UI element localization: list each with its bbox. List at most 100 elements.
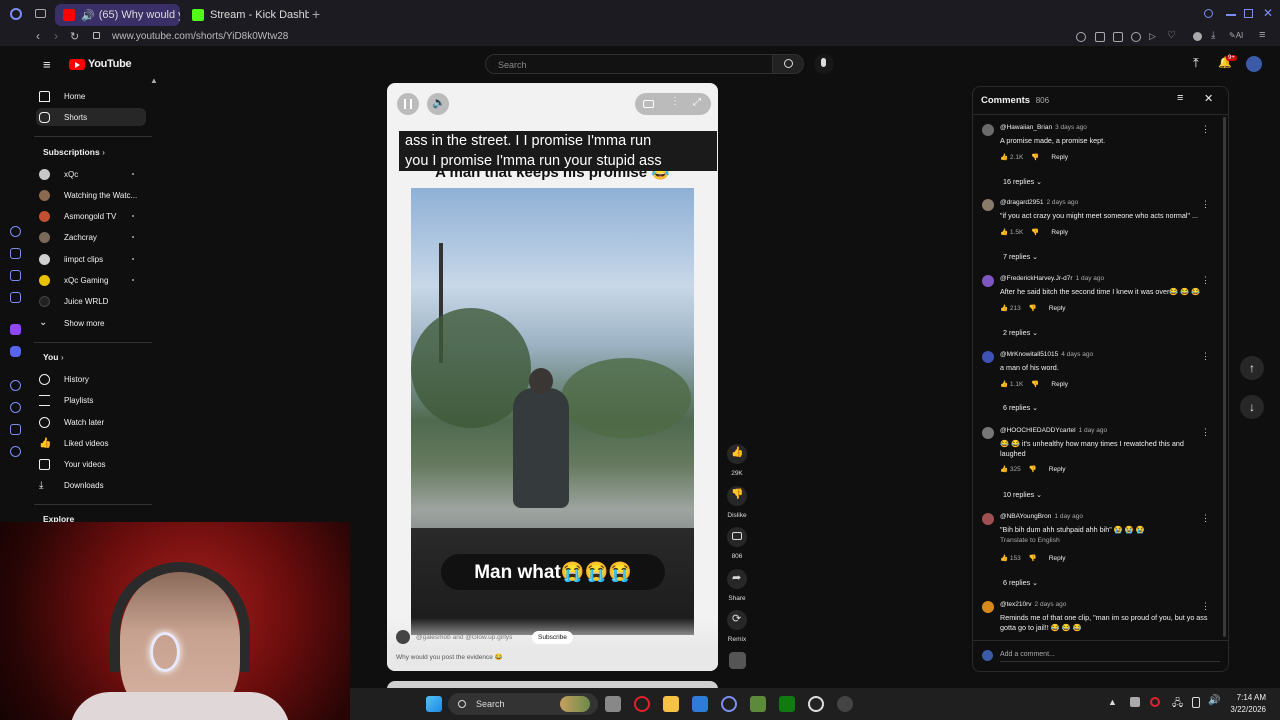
forward-icon[interactable]: › — [54, 29, 58, 43]
replies-toggle[interactable]: 7 replies ⌄ — [1003, 252, 1038, 261]
taskbar-time[interactable]: 7:14 AM — [1230, 693, 1266, 702]
comment-author[interactable]: @HOOCHIEDADDYcartel 1 day ago — [1000, 427, 1107, 434]
replies-toggle[interactable]: 6 replies ⌄ — [1003, 403, 1038, 412]
sidebar-item-your-videos[interactable]: Your videos — [36, 455, 146, 473]
sidebar-item-home[interactable]: Home — [36, 87, 146, 105]
more-options-icon[interactable]: ⋮ — [670, 96, 680, 107]
avatar[interactable] — [982, 351, 994, 363]
obs-icon[interactable] — [808, 696, 824, 712]
comment-author[interactable]: @FrederickHarvey.Jr-d7r 1 day ago — [1000, 275, 1104, 282]
reply-button[interactable]: Reply — [1049, 305, 1066, 312]
minecraft-icon[interactable] — [750, 696, 766, 712]
dislike-icon[interactable]: 👎 — [1029, 304, 1037, 312]
sidebar-item-history[interactable]: History — [36, 370, 146, 388]
sidebar-sub-watching[interactable]: Watching the Watc... — [36, 186, 146, 204]
taskbar-search[interactable]: Search — [448, 693, 598, 715]
comment-author[interactable]: @Hawaiian_Brian 3 days ago — [1000, 124, 1087, 131]
sidebar-sub-juice-wrld[interactable]: Juice WRLD — [36, 292, 146, 310]
youtube-logo[interactable]: YouTube — [69, 58, 132, 70]
reply-button[interactable]: Reply — [1051, 381, 1068, 388]
pin-icon[interactable] — [1095, 32, 1105, 42]
replies-toggle[interactable]: 6 replies ⌄ — [1003, 578, 1038, 587]
dislike-icon[interactable]: 👎 — [1029, 554, 1037, 562]
zoom-icon[interactable] — [1076, 32, 1086, 42]
share-button[interactable]: ➦ — [727, 569, 747, 589]
back-icon[interactable]: ‹ — [36, 29, 40, 43]
profile-icon[interactable] — [1193, 32, 1202, 41]
sidebar-sub-xqc-gaming[interactable]: xQc Gaming — [36, 271, 146, 289]
sidebar-bot-icon[interactable] — [10, 248, 21, 259]
channel-avatar[interactable] — [396, 630, 410, 644]
dislike-icon[interactable]: 👎 — [1029, 465, 1037, 473]
file-explorer-icon[interactable] — [663, 696, 679, 712]
heart-icon[interactable]: ♡ — [1167, 30, 1176, 41]
window-search-icon[interactable] — [1204, 9, 1213, 18]
sidebar-settings-icon[interactable] — [10, 446, 21, 457]
tray-network-icon[interactable]: 🖧 — [1172, 696, 1183, 713]
shorts-player[interactable]: 🔈 ⋮ ⤢ A man that keeps his promise 😂 ass… — [387, 83, 718, 671]
sidebar-circle-icon[interactable] — [10, 226, 21, 237]
app-circle-icon[interactable] — [721, 696, 737, 712]
subscribe-button[interactable]: Subscribe — [532, 631, 573, 644]
avatar[interactable] — [982, 124, 994, 136]
channel-name[interactable]: @galesmob and @Glow.up.girlys — [416, 634, 512, 641]
replies-toggle[interactable]: 16 replies ⌄ — [1003, 177, 1042, 186]
reload-icon[interactable]: ↻ — [70, 30, 79, 43]
show-more-button[interactable]: ⌄ Show more — [36, 314, 146, 332]
tab-youtube[interactable]: 🔊 (65) Why would you p — [55, 4, 180, 26]
avatar[interactable] — [982, 199, 994, 211]
dislike-icon[interactable]: 👎 — [1031, 228, 1039, 236]
sidebar-sub-xqc[interactable]: xQc — [36, 165, 146, 183]
sidebar-item-liked-videos[interactable]: 👍 Liked videos — [36, 434, 146, 452]
like-icon[interactable]: 👍 — [1000, 380, 1008, 388]
screenshot-icon[interactable] — [1113, 32, 1123, 42]
xbox-icon[interactable] — [779, 696, 795, 712]
comment-author[interactable]: @tex210rv 2 days ago — [1000, 601, 1066, 608]
remix-button[interactable]: ⟳ — [727, 610, 747, 630]
sidebar-item-playlists[interactable]: Playlists — [36, 391, 146, 409]
upload-icon[interactable]: ⤒ — [1193, 55, 1199, 71]
like-icon[interactable]: 👍 — [1000, 304, 1008, 312]
subscriptions-header[interactable]: Subscriptions › — [43, 147, 105, 157]
browser-logo-icon[interactable] — [10, 8, 22, 20]
reply-button[interactable]: Reply — [1049, 555, 1066, 562]
url-field[interactable]: www.youtube.com/shorts/YiD8k0Wtw28 — [112, 31, 288, 42]
avatar[interactable] — [982, 275, 994, 287]
reply-button[interactable]: Reply — [1049, 466, 1066, 473]
tab-list-icon[interactable] — [35, 9, 46, 18]
avatar[interactable] — [982, 427, 994, 439]
comment-author[interactable]: @MrKnowitall51015 4 days ago — [1000, 351, 1093, 358]
minimize-icon[interactable] — [1226, 14, 1236, 16]
steam-icon[interactable] — [837, 696, 853, 712]
comments-button[interactable] — [727, 527, 747, 547]
hamburger-icon[interactable]: ≡ — [43, 57, 51, 72]
twitch-icon[interactable] — [10, 324, 21, 335]
player-icon[interactable]: ▷ — [1149, 31, 1156, 42]
mic-button[interactable] — [814, 54, 834, 74]
reply-button[interactable]: Reply — [1051, 229, 1068, 236]
account-avatar[interactable] — [1246, 56, 1262, 72]
fullscreen-icon[interactable]: ⤢ — [693, 97, 701, 108]
new-tab-button[interactable]: + — [312, 6, 320, 22]
sort-icon[interactable]: ≡ — [1177, 92, 1183, 104]
comment-author[interactable]: @dragard2951 2 days ago — [1000, 199, 1078, 206]
sidebar-sub-asmongold[interactable]: Asmongold TV — [36, 207, 146, 225]
tray-red-icon[interactable] — [1150, 697, 1160, 707]
close-icon[interactable]: ✕ — [1204, 92, 1213, 105]
volume-button[interactable]: 🔈 — [427, 93, 449, 115]
captions-icon[interactable] — [643, 100, 654, 108]
sound-thumbnail[interactable] — [729, 652, 746, 669]
task-view-icon[interactable] — [605, 696, 621, 712]
more-options-icon[interactable]: ⋮ — [1201, 351, 1210, 362]
comment-author[interactable]: @NBAYoungBron 1 day ago — [1000, 513, 1083, 520]
more-options-icon[interactable]: ⋮ — [1201, 199, 1210, 210]
add-comment-input[interactable]: Add a comment... — [1000, 651, 1220, 662]
avatar[interactable] — [982, 513, 994, 525]
ai-icon[interactable]: ✎AI — [1229, 31, 1243, 40]
discord-icon[interactable] — [10, 346, 21, 357]
download-icon[interactable]: ⤓ — [1211, 30, 1215, 41]
more-options-icon[interactable]: ⋮ — [1201, 601, 1210, 612]
sidebar-sub-zachcray[interactable]: Zachcray — [36, 228, 146, 246]
replies-toggle[interactable]: 2 replies ⌄ — [1003, 328, 1038, 337]
search-input[interactable]: Search — [485, 54, 773, 74]
